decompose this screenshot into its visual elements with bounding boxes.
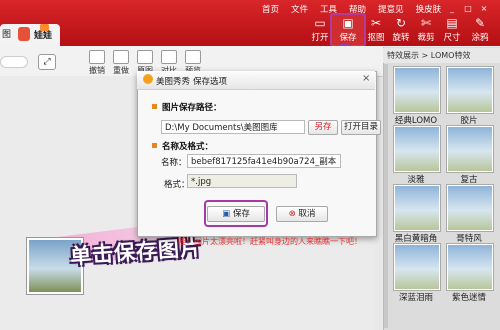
doll-icon: [18, 27, 30, 41]
menu-file[interactable]: 文件: [291, 5, 308, 15]
save-path-field[interactable]: D:\My Documents\美图图库: [161, 120, 305, 134]
compare-icon: [161, 50, 177, 64]
name-section-label: 名称及格式：: [162, 142, 214, 152]
effect-label: 黑白黄暗角: [394, 234, 438, 244]
doodle-button[interactable]: ✎ 涂鸦: [464, 15, 496, 45]
dialog-app-name: 美图秀秀: [156, 77, 191, 87]
effects-scrollbar[interactable]: [384, 64, 388, 328]
effect-label: 紫色迷情: [451, 293, 486, 303]
undo-icon: [89, 50, 105, 64]
menu-home[interactable]: 首页: [262, 5, 279, 15]
floppy-icon: ▣: [222, 209, 231, 219]
save-as-button[interactable]: 另存: [308, 120, 338, 135]
new-badge-icon: [40, 24, 49, 31]
effect-thumb[interactable]: [394, 244, 440, 290]
preview-icon: [185, 50, 201, 64]
tab-badge: 图: [2, 30, 12, 40]
format-label: 格式：: [164, 180, 190, 190]
dialog-title: 保存选项: [193, 77, 228, 87]
effect-thumb[interactable]: [447, 185, 493, 231]
effect-label: 经典LOMO: [394, 116, 438, 126]
menu-feedback[interactable]: 提意见: [378, 5, 404, 15]
effect-label: 淡雅: [407, 175, 425, 185]
undo-button[interactable]: 撤销: [86, 50, 108, 75]
effect-label: 深蓝泪雨: [398, 293, 433, 303]
original-icon: [137, 50, 153, 64]
effect-thumb[interactable]: [447, 126, 493, 172]
fit-icon[interactable]: ⤢: [38, 54, 56, 70]
app-logo-icon: [143, 74, 153, 84]
redo-button[interactable]: 重做: [110, 50, 132, 75]
format-field[interactable]: *.jpg: [187, 174, 297, 188]
cancel-dialog-button[interactable]: ⊗ 取消: [276, 206, 328, 222]
cancel-icon: ⊗: [288, 209, 296, 219]
effect-label: 复古: [460, 175, 478, 185]
effects-header: 特效展示 > LOMO特效: [383, 48, 500, 63]
bullet-icon: [152, 143, 157, 148]
file-name-field[interactable]: bebef817125fa41e4b90a724_副本: [187, 154, 341, 168]
brush-icon: ✎: [474, 16, 486, 30]
zoom-slider[interactable]: [0, 56, 28, 68]
path-section-label: 图片保存路径：: [162, 103, 222, 113]
save-dialog-button[interactable]: ▣ 保存: [207, 206, 265, 222]
effect-label: 哥特风: [456, 234, 482, 244]
effect-thumb[interactable]: [447, 244, 493, 290]
hint-text: 哇！图片太漂亮啦！赶紧叫身边的人来瞧瞧一下吧！: [178, 237, 362, 246]
effect-thumb[interactable]: [394, 67, 440, 113]
maximize-button[interactable]: □: [462, 4, 474, 13]
minimize-button[interactable]: _: [446, 4, 458, 13]
effect-thumb[interactable]: [394, 126, 440, 172]
menu-skin[interactable]: 换皮肤: [416, 5, 442, 15]
effect-thumb[interactable]: [447, 67, 493, 113]
effect-label: 胶片: [460, 116, 478, 126]
name-label: 名称：: [161, 158, 187, 168]
close-window-button[interactable]: ×: [478, 4, 490, 13]
effect-thumb[interactable]: [394, 185, 440, 231]
redo-icon: [113, 50, 129, 64]
open-folder-button[interactable]: 打开目录: [341, 120, 381, 135]
dialog-close-button[interactable]: ×: [362, 73, 370, 84]
bullet-icon: [152, 104, 157, 109]
